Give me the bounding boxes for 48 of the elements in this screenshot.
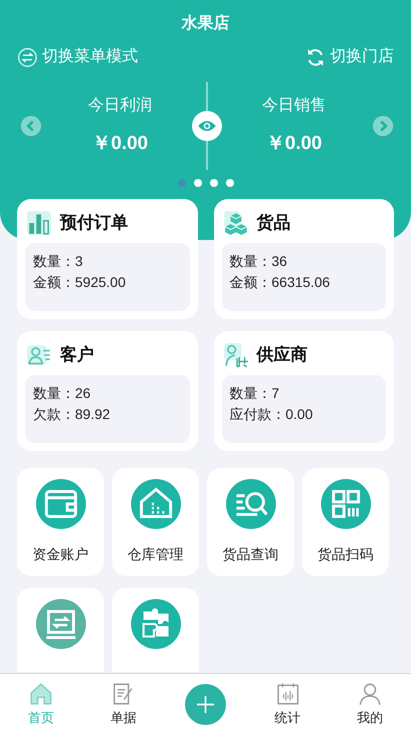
info-line: 数量：7	[230, 384, 280, 403]
menu-tile[interactable]: 资金账户	[17, 468, 104, 576]
home-icon	[28, 681, 54, 707]
stat-label: 今日利润	[88, 96, 152, 116]
info-line: 金额：5925.00	[33, 273, 127, 292]
puzzle-icon	[130, 599, 180, 649]
wallet-icon	[36, 479, 86, 529]
house-icon	[130, 479, 180, 529]
menu-tile[interactable]: 货品扫码	[302, 468, 389, 576]
page-title: 水果店	[180, 13, 230, 34]
card-title: 货品	[256, 212, 290, 234]
previous-icon[interactable]	[20, 115, 42, 137]
card-title: 预付订单	[60, 212, 128, 234]
switch-icon	[17, 46, 38, 68]
summary-card[interactable]: 供应商 数量：7 应付款：0.00	[214, 331, 394, 451]
nav-tab[interactable]: 我的	[328, 674, 411, 734]
card-title: 客户	[60, 344, 94, 366]
menu-tile[interactable]	[17, 588, 104, 672]
next-icon[interactable]	[372, 115, 394, 137]
nav-tab[interactable]: 统计	[246, 674, 329, 734]
info-line: 数量：36	[230, 252, 288, 271]
info-line: 金额：66315.06	[230, 273, 331, 292]
menu-tile[interactable]: 货品查询	[207, 468, 294, 576]
bar-chart-icon	[26, 210, 52, 236]
person-icon	[222, 342, 248, 368]
person-icon	[356, 681, 383, 707]
qr-code-icon	[320, 479, 370, 529]
nav-tab[interactable]: 单据	[82, 674, 164, 734]
menu-tile[interactable]	[112, 588, 199, 672]
monitor-icon	[36, 599, 86, 649]
summary-card[interactable]: 预付订单 数量：3 金额：5925.00	[17, 199, 198, 319]
boxes-icon	[222, 210, 248, 236]
stat-value: ￥0.00	[266, 132, 322, 156]
eye-icon[interactable]	[192, 111, 222, 141]
menu-tile[interactable]: 仓库管理	[112, 468, 199, 576]
search-icon	[226, 479, 276, 529]
stat-label: 今日销售	[262, 96, 326, 116]
info-line: 应付款：0.00	[230, 405, 314, 424]
summary-card[interactable]: 客户 数量：26 欠款：89.92	[17, 331, 198, 451]
calendar-chart-icon	[274, 681, 301, 707]
add-button[interactable]	[185, 684, 226, 724]
stat-value: ￥0.00	[92, 132, 148, 156]
info-line: 数量：3	[33, 252, 84, 271]
info-line: 欠款：89.92	[33, 405, 112, 424]
info-line: 数量：26	[33, 384, 92, 403]
summary-card[interactable]: 货品 数量：36 金额：66315.06	[214, 199, 394, 319]
card-title: 供应商	[256, 344, 308, 366]
refresh-icon	[305, 46, 326, 68]
